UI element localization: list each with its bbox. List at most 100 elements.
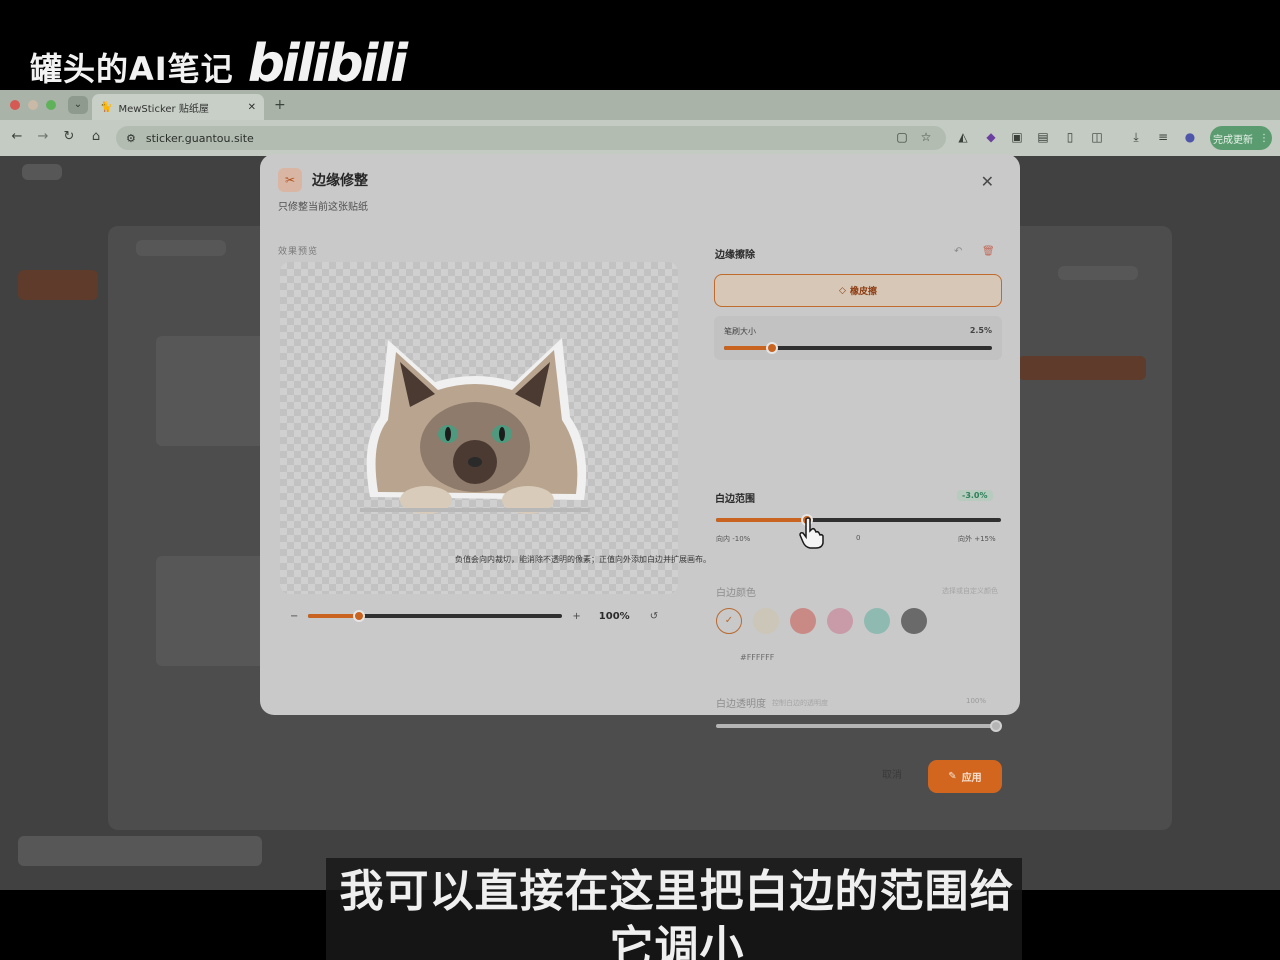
- reset-zoom-icon[interactable]: ↺: [650, 611, 658, 622]
- address-bar-row: ← → ↻ ⌂ ⚙ sticker.guantou.site ▢ ☆ ◭ ◆ ▣…: [0, 120, 1280, 156]
- url-field[interactable]: ⚙ sticker.guantou.site: [116, 126, 946, 150]
- zoom-slider-handle[interactable]: [353, 610, 366, 622]
- update-button[interactable]: 完成更新 ⋮: [1210, 126, 1272, 150]
- channel-name: 罐头的AI笔记: [30, 50, 234, 88]
- video-subtitle: 我可以直接在这里把白边的范围给它调小: [339, 866, 1015, 960]
- zoom-controls: − + 100% ↺: [282, 602, 678, 630]
- cat-favicon-icon: 🐈: [100, 101, 113, 113]
- tab-search-icon[interactable]: ⌄: [68, 96, 88, 114]
- extensions-puzzle-icon[interactable]: ◫: [1089, 129, 1105, 145]
- profile-avatar-icon[interactable]: ●: [1182, 129, 1198, 145]
- white-range-title: 白边范围: [715, 494, 755, 505]
- media-icon[interactable]: ≡: [1155, 129, 1171, 145]
- site-info-icon[interactable]: ⚙: [126, 132, 136, 145]
- channel-watermark: 罐头的AI笔记 bilibili: [30, 34, 408, 94]
- dialog-header: ✂ 边缘修整: [278, 168, 368, 192]
- opacity-value: 100%: [966, 697, 987, 705]
- close-window-icon[interactable]: [10, 100, 20, 110]
- primary-action: [1018, 356, 1146, 380]
- eraser-icon: ◇: [839, 285, 846, 296]
- range-max-label: 向外 +15%: [958, 535, 996, 543]
- cat-sticker-image: [360, 338, 590, 514]
- sticker-preview: [280, 262, 678, 594]
- opacity-hint: 控制白边的透明度: [772, 699, 828, 707]
- brush-slider-handle[interactable]: [766, 342, 779, 354]
- dialog-subtitle: 只修整当前这张贴纸: [278, 202, 368, 213]
- apply-button[interactable]: ✎ 应用: [928, 760, 1002, 793]
- brush-size-label: 笔刷大小: [724, 327, 756, 336]
- eraser-button[interactable]: ◇ 橡皮擦: [714, 274, 1002, 307]
- sidebar-button: [18, 270, 98, 300]
- download-icon[interactable]: ⤓: [1128, 129, 1144, 145]
- back-icon[interactable]: ←: [8, 129, 26, 144]
- opacity-slider-handle[interactable]: [990, 720, 1002, 732]
- sticker-thumb-2: [156, 556, 266, 666]
- tab-mewsticker[interactable]: 🐈 MewSticker 贴纸屋 ✕: [92, 94, 264, 120]
- bookmark-star-icon[interactable]: ☆: [918, 129, 934, 145]
- toolbar-ghost: [1058, 266, 1138, 280]
- brush-size-value: 2.5%: [969, 326, 992, 335]
- page-logo: [22, 164, 62, 180]
- zoom-out-icon[interactable]: −: [290, 611, 298, 622]
- home-icon[interactable]: ⌂: [87, 129, 105, 144]
- reload-icon[interactable]: ↻: [60, 129, 78, 144]
- zoom-percent: 100%: [598, 610, 630, 622]
- zoom-slider[interactable]: [308, 610, 563, 622]
- trash-icon[interactable]: 🗑: [982, 246, 995, 257]
- maximize-window-icon[interactable]: [46, 100, 56, 110]
- range-zero-label: 0: [856, 534, 861, 542]
- hand-cursor-icon: [799, 517, 824, 549]
- more-menu-icon[interactable]: ⋮: [1259, 133, 1269, 144]
- close-icon[interactable]: ✕: [981, 172, 994, 191]
- color-swatch-mint[interactable]: [864, 608, 890, 634]
- color-swatch-pink[interactable]: [790, 608, 816, 634]
- update-label: 完成更新: [1213, 134, 1253, 146]
- undo-icon[interactable]: ↶: [954, 246, 962, 257]
- new-tab-icon[interactable]: +: [274, 97, 286, 113]
- color-swatch-rose[interactable]: [827, 608, 853, 634]
- sticker-thumb-1: [156, 336, 266, 446]
- preview-label: 效果预览: [278, 247, 319, 257]
- extension-icon[interactable]: ◭: [955, 129, 971, 145]
- zoom-slider-fill: [308, 614, 360, 618]
- hex-value[interactable]: #FFFFFF: [740, 653, 774, 662]
- white-range-slider-fill: [716, 518, 808, 522]
- scissors-icon: ✂: [278, 168, 302, 192]
- extension-store-icon[interactable]: ▤: [1035, 129, 1051, 145]
- eraser-label: 橡皮擦: [849, 287, 877, 297]
- apply-label: 应用: [961, 773, 982, 784]
- opacity-label: 白边透明度: [716, 699, 766, 710]
- white-color-label: 白边颜色: [716, 588, 756, 599]
- brush-size-control: 笔刷大小 2.5%: [714, 316, 1002, 360]
- footer-ghost: [18, 836, 262, 866]
- tab-bar: ⌄ 🐈 MewSticker 贴纸屋 ✕ +: [0, 90, 1280, 120]
- tab-title: MewSticker 贴纸屋: [118, 103, 209, 115]
- edge-erase-title: 边缘擦除: [715, 250, 755, 261]
- white-color-hint: 选择或自定义颜色: [942, 587, 998, 595]
- brush-size-slider[interactable]: [724, 342, 992, 354]
- zoom-in-icon[interactable]: +: [572, 611, 580, 622]
- forward-icon[interactable]: →: [34, 129, 52, 144]
- video-frame: 罐头的AI笔记 bilibili ⌄ 🐈 MewSticker 贴纸屋 ✕ + …: [0, 0, 1280, 960]
- url-text: sticker.guantou.site: [145, 131, 254, 145]
- color-swatch-white[interactable]: ✓: [716, 608, 742, 634]
- range-min-label: 向内 -10%: [716, 535, 751, 543]
- opacity-slider[interactable]: [716, 720, 1002, 732]
- white-range-help: 负值会向内裁切，能消除不透明的像素；正值向外添加白边并扩展画布。: [455, 555, 711, 564]
- brush-slider-fill: [724, 346, 773, 350]
- white-range-slider[interactable]: [716, 514, 1001, 526]
- editor-heading: [136, 240, 226, 256]
- minimize-window-icon[interactable]: [28, 100, 38, 110]
- color-swatch-gray[interactable]: [901, 608, 927, 634]
- cancel-button[interactable]: 取消: [872, 764, 912, 788]
- extension-purple-icon[interactable]: ◆: [983, 129, 999, 145]
- dialog-title: 边缘修整: [312, 173, 368, 189]
- bilibili-logo: bilibili: [247, 34, 408, 94]
- apply-icon: ✎: [948, 771, 957, 782]
- extension-box-icon[interactable]: ▣: [1009, 129, 1025, 145]
- color-swatch-cream[interactable]: [753, 608, 779, 634]
- white-range-value: -3.0%: [957, 490, 993, 501]
- extension-frame-icon[interactable]: ▯: [1062, 129, 1078, 145]
- screenshot-icon[interactable]: ▢: [894, 129, 910, 145]
- close-tab-icon[interactable]: ✕: [248, 102, 256, 113]
